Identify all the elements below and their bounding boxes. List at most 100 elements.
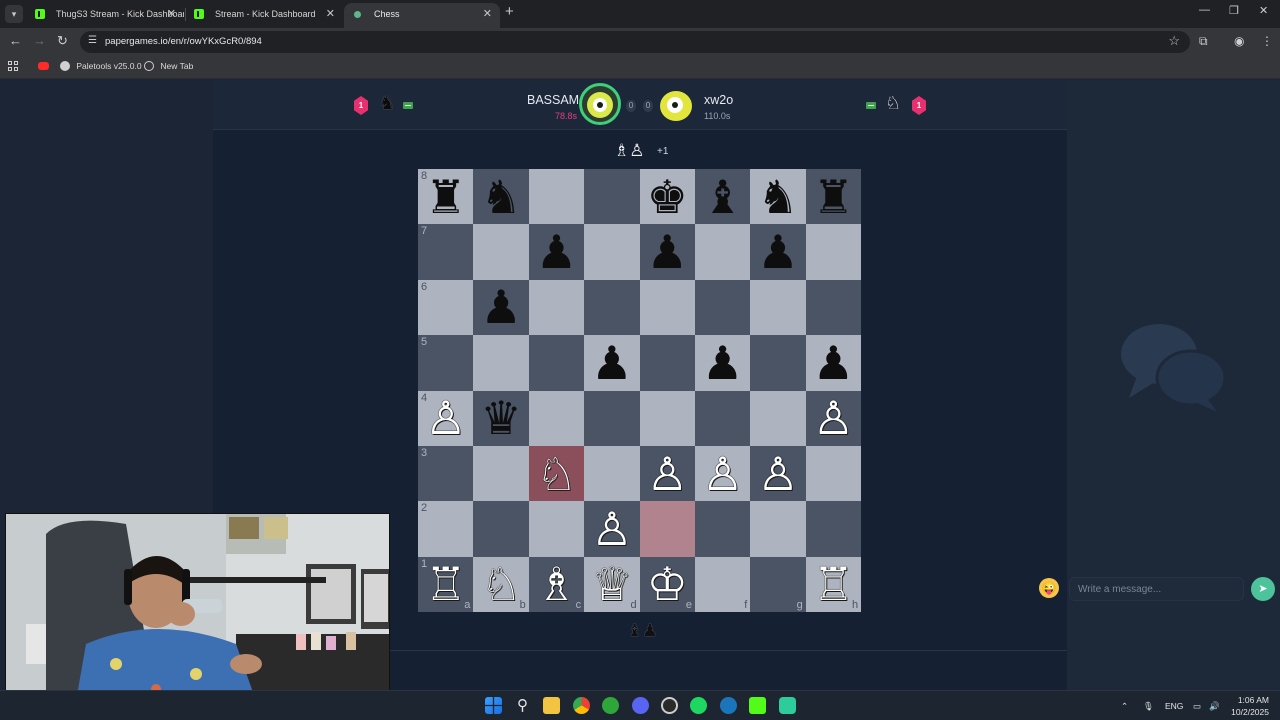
window-close-button[interactable]: ✕ bbox=[1259, 4, 1268, 17]
black-king-icon[interactable]: ♚ bbox=[647, 174, 688, 220]
square-g6[interactable] bbox=[750, 279, 806, 336]
left-player-avatar[interactable] bbox=[579, 83, 621, 125]
address-bar[interactable]: ☰ papergames.io/en/r/owYKxGcR0/894 ☆ bbox=[80, 31, 1190, 53]
bookmark-new-tab[interactable]: New Tab bbox=[144, 61, 193, 71]
white-rook-icon[interactable]: ♖ bbox=[813, 561, 854, 607]
square-b2[interactable] bbox=[473, 501, 529, 557]
close-icon[interactable]: ✕ bbox=[483, 3, 492, 25]
app-icon[interactable] bbox=[779, 697, 796, 714]
square-g1[interactable]: g bbox=[750, 556, 806, 613]
square-c8[interactable] bbox=[528, 169, 585, 225]
square-c6[interactable] bbox=[528, 279, 585, 336]
bookmark-paletools[interactable]: Paletools v25.0.0 bbox=[60, 61, 142, 71]
square-f3[interactable]: ♙ bbox=[694, 445, 751, 502]
chess-board[interactable]: 8 ♜ ♞ ♚ ♝ ♞ ♜ 7 ♟ ♟ ♟ 6 ♟ 5 ♟ ♟ ♟ 4 ♙ ♛ ♙ 3 ♘ ♙ ♙ ♙ 2 ♙ 1 a ♖ b ♘ c ♗ d ♕ e ♔ f… bbox=[418, 169, 862, 613]
black-pawn-icon[interactable]: ♟ bbox=[536, 229, 577, 275]
menu-kebab-icon[interactable]: ⋮ bbox=[1261, 34, 1273, 48]
reload-button[interactable]: ↻ bbox=[57, 33, 68, 49]
restore-button[interactable]: ❐ bbox=[1229, 4, 1239, 17]
square-e5[interactable] bbox=[639, 335, 695, 391]
square-a6[interactable]: 6 bbox=[418, 279, 474, 336]
close-icon[interactable]: ✕ bbox=[167, 3, 176, 25]
browser-tab-2[interactable]: Stream - Kick Dashboard ✕ bbox=[185, 3, 343, 28]
square-b7[interactable] bbox=[473, 224, 529, 280]
square-e1[interactable]: e ♔ bbox=[639, 556, 695, 613]
emoji-button[interactable]: 😜 bbox=[1039, 578, 1059, 598]
site-info-icon[interactable]: ☰ bbox=[88, 35, 97, 46]
square-a3[interactable]: 3 bbox=[418, 445, 474, 502]
square-c1[interactable]: c ♗ bbox=[528, 556, 585, 613]
black-rook-icon[interactable]: ♜ bbox=[425, 174, 466, 220]
black-bishop-icon[interactable]: ♝ bbox=[702, 174, 743, 220]
square-h3[interactable] bbox=[805, 445, 862, 502]
square-g7[interactable]: ♟ bbox=[750, 224, 806, 280]
search-icon[interactable]: ⚲ bbox=[514, 697, 531, 714]
white-king-icon[interactable]: ♔ bbox=[647, 561, 688, 607]
close-icon[interactable]: ✕ bbox=[326, 3, 335, 25]
new-tab-button[interactable]: + bbox=[505, 3, 514, 20]
square-d1[interactable]: d ♕ bbox=[584, 556, 640, 613]
volume-icon[interactable]: 🔊 bbox=[1209, 701, 1220, 712]
white-pawn-icon[interactable]: ♙ bbox=[702, 451, 743, 497]
square-e2[interactable] bbox=[639, 501, 695, 557]
square-a8[interactable]: 8 ♜ bbox=[418, 169, 474, 225]
square-e3[interactable]: ♙ bbox=[639, 445, 695, 502]
black-pawn-icon[interactable]: ♟ bbox=[702, 340, 743, 386]
square-b5[interactable] bbox=[473, 335, 529, 391]
tray-chevron-icon[interactable]: ⌃ bbox=[1121, 701, 1128, 712]
black-pawn-icon[interactable]: ♟ bbox=[647, 229, 688, 275]
language-indicator[interactable]: ENG bbox=[1165, 701, 1183, 711]
black-pawn-icon[interactable]: ♟ bbox=[480, 284, 521, 330]
square-h7[interactable] bbox=[805, 224, 862, 280]
black-pawn-icon[interactable]: ♟ bbox=[757, 229, 798, 275]
square-d8[interactable] bbox=[584, 169, 640, 225]
square-d2[interactable]: ♙ bbox=[584, 501, 640, 557]
square-g3[interactable]: ♙ bbox=[750, 445, 806, 502]
right-player-name[interactable]: xw2o bbox=[704, 93, 733, 107]
browser-tab-1[interactable]: ThugS3 Stream - Kick Dashboar ✕ bbox=[26, 3, 184, 28]
tab-search-button[interactable]: ▾ bbox=[5, 5, 23, 23]
square-g5[interactable] bbox=[750, 335, 806, 391]
square-d4[interactable] bbox=[584, 390, 640, 446]
obs-icon[interactable] bbox=[661, 697, 678, 714]
square-c2[interactable] bbox=[528, 501, 585, 557]
square-d5[interactable]: ♟ bbox=[584, 335, 640, 391]
square-f2[interactable] bbox=[694, 501, 751, 557]
square-f7[interactable] bbox=[694, 224, 751, 280]
spotify-icon[interactable] bbox=[690, 697, 707, 714]
square-g2[interactable] bbox=[750, 501, 806, 557]
extensions-icon[interactable]: ⧉ bbox=[1199, 34, 1208, 49]
square-h4[interactable]: ♙ bbox=[805, 390, 862, 446]
back-button[interactable]: ← bbox=[9, 33, 22, 48]
square-d6[interactable] bbox=[584, 279, 640, 336]
minimize-button[interactable]: — bbox=[1199, 4, 1210, 16]
black-pawn-icon[interactable]: ♟ bbox=[813, 340, 854, 386]
square-c5[interactable] bbox=[528, 335, 585, 391]
square-a1[interactable]: 1 a ♖ bbox=[418, 556, 474, 613]
square-a2[interactable]: 2 bbox=[418, 501, 474, 557]
square-f1[interactable]: f bbox=[694, 556, 751, 613]
bookmark-youtube[interactable] bbox=[38, 61, 53, 71]
square-d7[interactable] bbox=[584, 224, 640, 280]
square-a7[interactable]: 7 bbox=[418, 224, 474, 280]
black-knight-icon[interactable]: ♞ bbox=[757, 174, 798, 220]
black-knight-icon[interactable]: ♞ bbox=[480, 174, 521, 220]
square-a5[interactable]: 5 bbox=[418, 335, 474, 391]
steam-icon[interactable] bbox=[720, 697, 737, 714]
file-explorer-icon[interactable] bbox=[543, 697, 560, 714]
square-e4[interactable] bbox=[639, 390, 695, 446]
microphone-icon[interactable]: 🎙 bbox=[1143, 701, 1154, 712]
square-h2[interactable] bbox=[805, 501, 862, 557]
square-d3[interactable] bbox=[584, 445, 640, 502]
white-pawn-icon[interactable]: ♙ bbox=[425, 395, 466, 441]
forward-button[interactable]: → bbox=[33, 33, 46, 48]
discord-icon[interactable] bbox=[632, 697, 649, 714]
windows-start-icon[interactable] bbox=[485, 697, 502, 714]
chat-message-input[interactable] bbox=[1069, 577, 1244, 601]
square-c4[interactable] bbox=[528, 390, 585, 446]
square-e6[interactable] bbox=[639, 279, 695, 336]
kick-icon[interactable] bbox=[749, 697, 766, 714]
square-h5[interactable]: ♟ bbox=[805, 335, 862, 391]
white-knight-icon[interactable]: ♘ bbox=[536, 451, 577, 497]
square-e8[interactable]: ♚ bbox=[639, 169, 695, 225]
